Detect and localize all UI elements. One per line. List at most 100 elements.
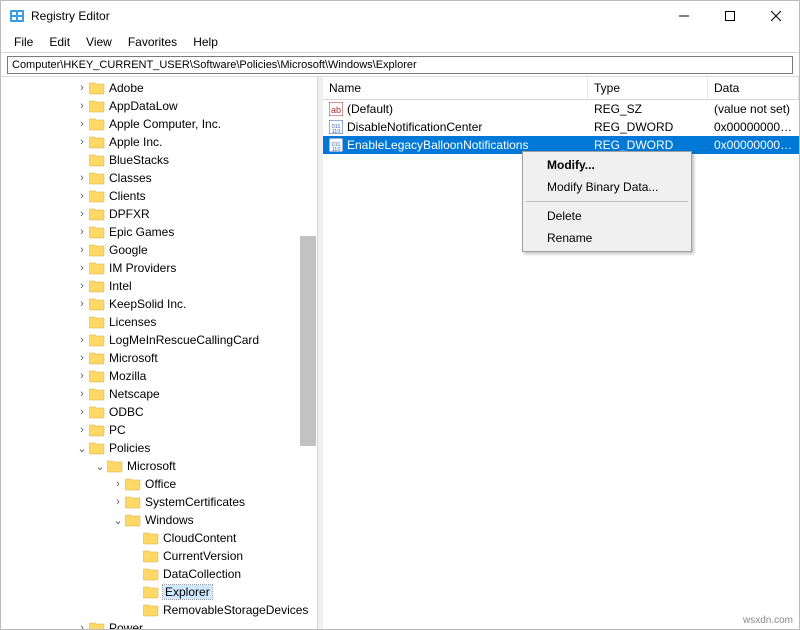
expand-icon[interactable]: › xyxy=(75,208,89,220)
expand-icon[interactable]: › xyxy=(75,136,89,148)
tree-node-label: Power xyxy=(109,621,143,629)
col-data[interactable]: Data xyxy=(708,77,799,99)
collapse-icon[interactable]: ⌄ xyxy=(111,514,125,527)
value-name: (Default) xyxy=(347,102,393,116)
col-type[interactable]: Type xyxy=(588,77,708,99)
address-input[interactable] xyxy=(7,56,793,74)
tree-node-label: Intel xyxy=(109,279,132,293)
tree-node[interactable]: ⌄Windows xyxy=(3,511,317,529)
collapse-icon[interactable]: ⌄ xyxy=(93,460,107,473)
expand-icon[interactable]: › xyxy=(75,226,89,238)
tree-node[interactable]: Explorer xyxy=(3,583,317,601)
tree-node[interactable]: › Power xyxy=(3,619,317,629)
folder-icon xyxy=(89,171,105,185)
tree-node[interactable]: ›Microsoft xyxy=(3,349,317,367)
tree-node[interactable]: ›IM Providers xyxy=(3,259,317,277)
tree-node[interactable]: ›Apple Inc. xyxy=(3,133,317,151)
tree-node[interactable]: ›Classes xyxy=(3,169,317,187)
tree-node[interactable]: ›Clients xyxy=(3,187,317,205)
tree-node[interactable]: ⌄Policies xyxy=(3,439,317,457)
folder-icon xyxy=(89,189,105,203)
tree-node-label: Netscape xyxy=(109,387,160,401)
tree-node[interactable]: ›KeepSolid Inc. xyxy=(3,295,317,313)
folder-icon xyxy=(89,153,105,167)
expand-icon[interactable]: › xyxy=(75,406,89,418)
expand-icon[interactable]: › xyxy=(75,298,89,310)
tree-pane[interactable]: ›Adobe›AppDataLow›Apple Computer, Inc.›A… xyxy=(1,77,318,629)
folder-icon xyxy=(143,585,159,599)
expand-icon[interactable]: › xyxy=(75,262,89,274)
menu-view[interactable]: View xyxy=(79,33,119,51)
folder-icon xyxy=(125,513,141,527)
menu-file[interactable]: File xyxy=(7,33,40,51)
tree-node[interactable]: ›Epic Games xyxy=(3,223,317,241)
value-row[interactable]: DisableNotificationCenterREG_DWORD0x0000… xyxy=(323,118,799,136)
expand-icon[interactable]: › xyxy=(111,496,125,508)
ctx-rename[interactable]: Rename xyxy=(525,227,689,249)
ctx-modify-binary[interactable]: Modify Binary Data... xyxy=(525,176,689,198)
tree-node[interactable]: ›SystemCertificates xyxy=(3,493,317,511)
expand-icon[interactable]: › xyxy=(75,388,89,400)
tree-node[interactable]: › Netscape xyxy=(3,385,317,403)
ctx-delete[interactable]: Delete xyxy=(525,205,689,227)
menu-edit[interactable]: Edit xyxy=(42,33,77,51)
tree-node[interactable]: CloudContent xyxy=(3,529,317,547)
expand-icon[interactable]: › xyxy=(75,190,89,202)
list-header: Name Type Data xyxy=(323,77,799,100)
folder-icon xyxy=(89,441,105,455)
expand-icon[interactable]: › xyxy=(75,352,89,364)
tree-node[interactable]: ›AppDataLow xyxy=(3,97,317,115)
tree-node-label: BlueStacks xyxy=(109,153,169,167)
titlebar: Registry Editor xyxy=(1,1,799,31)
tree-node-label: Mozilla xyxy=(109,369,146,383)
menu-favorites[interactable]: Favorites xyxy=(121,33,184,51)
expand-icon[interactable]: › xyxy=(75,82,89,94)
folder-icon xyxy=(89,99,105,113)
collapse-icon[interactable]: ⌄ xyxy=(75,442,89,455)
tree-node[interactable]: DataCollection xyxy=(3,565,317,583)
context-menu: Modify... Modify Binary Data... Delete R… xyxy=(522,151,692,252)
value-row[interactable]: (Default)REG_SZ(value not set) xyxy=(323,100,799,118)
folder-icon xyxy=(89,405,105,419)
value-type: REG_SZ xyxy=(588,101,708,117)
expand-icon[interactable]: › xyxy=(111,478,125,490)
col-name[interactable]: Name xyxy=(323,77,588,99)
expand-icon[interactable]: › xyxy=(75,280,89,292)
tree-node[interactable]: ›Apple Computer, Inc. xyxy=(3,115,317,133)
folder-icon xyxy=(89,369,105,383)
tree-node[interactable]: › Intel xyxy=(3,277,317,295)
tree-node[interactable]: ›Adobe xyxy=(3,79,317,97)
tree-node-label: PC xyxy=(109,423,126,437)
tree-node[interactable]: ›LogMeInRescueCallingCard xyxy=(3,331,317,349)
tree-node[interactable]: Licenses xyxy=(3,313,317,331)
tree-node[interactable]: BlueStacks xyxy=(3,151,317,169)
ctx-modify[interactable]: Modify... xyxy=(525,154,689,176)
folder-icon xyxy=(89,387,105,401)
folder-icon xyxy=(89,261,105,275)
tree-node[interactable]: › PC xyxy=(3,421,317,439)
close-button[interactable] xyxy=(753,1,799,31)
maximize-button[interactable] xyxy=(707,1,753,31)
expand-icon[interactable]: › xyxy=(75,172,89,184)
expand-icon[interactable]: › xyxy=(75,100,89,112)
expand-icon[interactable]: › xyxy=(75,370,89,382)
tree-node[interactable]: ⌄Microsoft xyxy=(3,457,317,475)
tree-node[interactable]: ›Google xyxy=(3,241,317,259)
tree-node[interactable]: ›DPFXR xyxy=(3,205,317,223)
menu-help[interactable]: Help xyxy=(186,33,225,51)
tree-node[interactable]: › Mozilla xyxy=(3,367,317,385)
window-title: Registry Editor xyxy=(31,9,661,23)
tree-node-label: DataCollection xyxy=(163,567,241,581)
tree-node-label: CloudContent xyxy=(163,531,236,545)
expand-icon[interactable]: › xyxy=(75,244,89,256)
expand-icon[interactable]: › xyxy=(75,334,89,346)
expand-icon[interactable]: › xyxy=(75,424,89,436)
tree-node[interactable]: ›ODBC xyxy=(3,403,317,421)
expand-icon[interactable]: › xyxy=(75,622,89,629)
expand-icon[interactable]: › xyxy=(75,118,89,130)
tree-node[interactable]: RemovableStorageDevices xyxy=(3,601,317,619)
minimize-button[interactable] xyxy=(661,1,707,31)
value-type: REG_DWORD xyxy=(588,119,708,135)
tree-node[interactable]: CurrentVersion xyxy=(3,547,317,565)
tree-node[interactable]: ›Office xyxy=(3,475,317,493)
